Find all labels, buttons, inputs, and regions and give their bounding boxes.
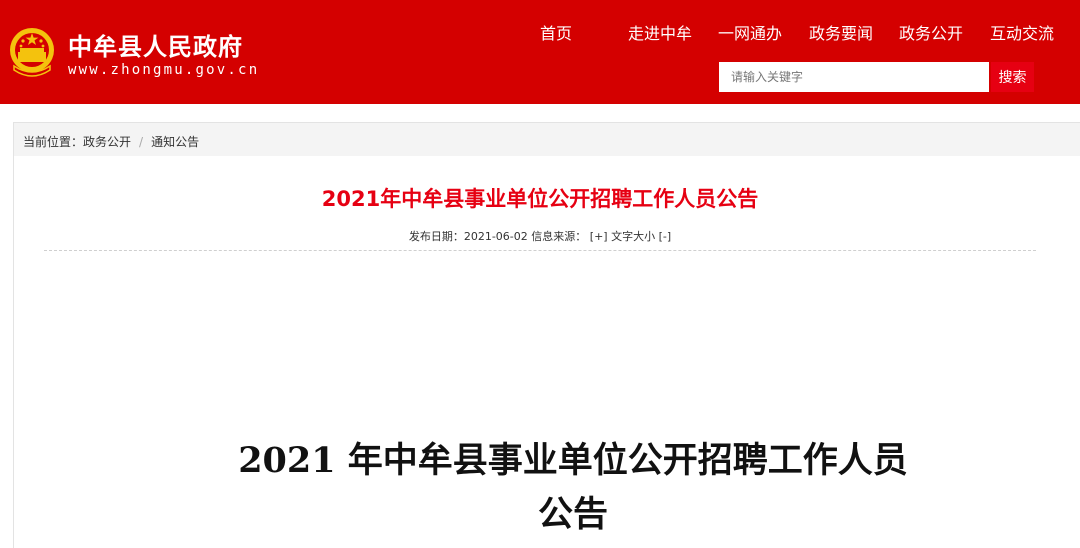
breadcrumb-separator: / [139,135,144,149]
article-title: 2021年中牟县事业单位公开招聘工作人员公告 [321,187,759,211]
font-size-label: 文字大小 [611,230,656,243]
article-meta: 发布日期：2021-06-02 信息来源： [+] 文字大小 [-] [0,228,1080,244]
nav-item-about[interactable]: 走进中牟 [628,20,692,44]
breadcrumb-item-open-affairs[interactable]: 政务公开 [83,135,131,149]
source-label: 信息来源： [531,230,587,243]
breadcrumb-item-notices[interactable]: 通知公告 [151,135,199,149]
nav-item-interaction[interactable]: 互动交流 [990,20,1054,44]
document-title-line-2: 公告 [537,494,608,535]
date-label: 发布日期： [408,230,464,243]
search-input[interactable] [719,62,989,92]
publish-date: 2021-06-02 [463,230,528,243]
nav-item-services[interactable]: 一网通办 [718,20,782,44]
nav-item-news[interactable]: 政务要闻 [809,20,873,44]
font-smaller-button[interactable]: [-] [659,230,672,243]
search-button[interactable]: 搜索 [991,62,1034,92]
nav-item-home[interactable]: 首页 [540,20,572,44]
breadcrumb-prefix: 当前位置： [23,135,84,149]
font-larger-button[interactable]: [+] [590,230,608,243]
divider [44,250,1036,251]
breadcrumb-bar: 当前位置：政务公开 / 通知公告 [14,123,1080,156]
site-header: 中牟县人民政府 www.zhongmu.gov.cn 首页 走进中牟 一网通办 … [0,0,1080,104]
breadcrumb: 当前位置：政务公开 / 通知公告 [23,133,199,150]
site-url: www.zhongmu.gov.cn [68,62,260,78]
document-title-line-1: 2021 年中牟县事业单位公开招聘工作人员 [238,440,908,481]
nav-item-open-affairs[interactable]: 政务公开 [899,20,963,44]
main-nav: 首页 走进中牟 一网通办 政务要闻 政务公开 互动交流 [0,20,1080,44]
